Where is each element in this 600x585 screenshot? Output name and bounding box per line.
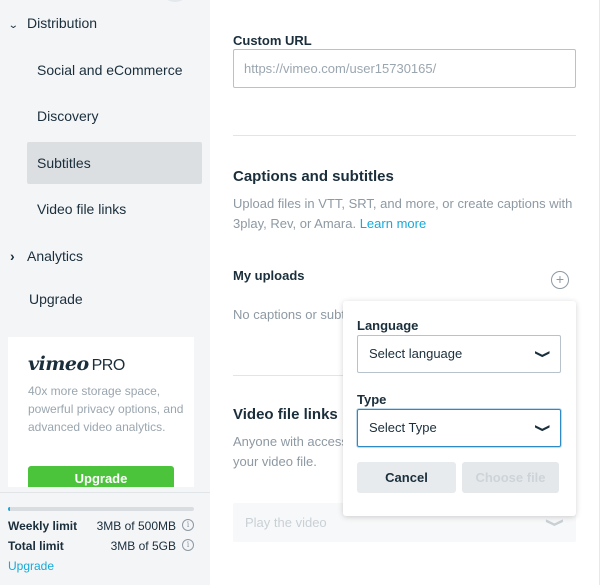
app-root: ⌄ Distribution Social and eCommerce Disco… [0, 0, 600, 585]
usage-panel: Weekly limit 3MB of 500MB i Total limit … [0, 493, 210, 585]
language-select[interactable]: Select language ❯ [357, 335, 561, 373]
info-icon[interactable]: i [182, 539, 194, 551]
chevron-down-icon: ❯ [534, 349, 551, 359]
my-uploads-label: My uploads [233, 268, 305, 283]
custom-url-label: Custom URL [233, 33, 312, 48]
chevron-down-icon: ❯ [545, 517, 566, 528]
total-limit-row: Total limit 3MB of 5GB i [8, 539, 194, 553]
select-value: Play the video [245, 515, 327, 530]
weekly-limit-value: 3MB of 500MB [96, 519, 176, 533]
promo-description: 40x more storage space, powerful privacy… [28, 384, 184, 434]
chevron-down-icon: ❯ [534, 423, 551, 433]
weekly-limit-row: Weekly limit 3MB of 500MB i [8, 519, 194, 533]
sidebar-item-analytics[interactable]: › Analytics [10, 248, 83, 264]
sidebar-item-label: Subtitles [37, 155, 91, 171]
sidebar-item-distribution[interactable]: ⌄ Distribution [7, 15, 98, 31]
type-select[interactable]: Select Type ❯ [357, 409, 561, 447]
info-icon[interactable]: i [182, 519, 194, 531]
select-value: Select language [369, 346, 463, 361]
sidebar: ⌄ Distribution Social and eCommerce Disco… [0, 0, 210, 585]
captions-description: Upload files in VTT, SRT, and more, or c… [233, 194, 578, 234]
sidebar-item-label: Distribution [27, 15, 98, 31]
upgrade-link[interactable]: Upgrade [8, 559, 54, 573]
plus-icon: + [555, 271, 565, 287]
divider [233, 135, 576, 136]
sidebar-item-label: Video file links [37, 201, 127, 217]
sidebar-item-upgrade[interactable]: Upgrade [29, 291, 83, 307]
weekly-usage-progress [8, 507, 194, 511]
cancel-button[interactable]: Cancel [357, 462, 456, 493]
usage-progress-fill [8, 507, 10, 511]
learn-more-link[interactable]: Learn more [360, 216, 426, 231]
brand-name: vimeo [28, 353, 89, 375]
weekly-limit-label: Weekly limit [8, 519, 78, 533]
sidebar-item-label: Social and eCommerce [37, 62, 183, 78]
custom-url-input[interactable] [233, 49, 576, 88]
sidebar-item-social-ecommerce[interactable]: Social and eCommerce [27, 49, 202, 91]
sidebar-item-video-file-links[interactable]: Video file links [27, 188, 202, 230]
vimeo-pro-logo: vimeo PRO [28, 353, 125, 375]
video-file-links-title: Video file links [233, 406, 338, 423]
add-caption-button[interactable]: + [551, 271, 569, 289]
add-caption-popover: Language Select language ❯ Type Select T… [343, 301, 576, 516]
captions-title: Captions and subtitles [233, 168, 394, 185]
sidebar-item-label: Discovery [37, 108, 99, 124]
chevron-down-icon: ⌄ [7, 20, 19, 31]
total-limit-label: Total limit [8, 539, 64, 553]
sidebar-item-label: Analytics [27, 248, 84, 264]
select-value: Select Type [369, 420, 437, 435]
vimeo-pro-promo: vimeo PRO 40x more storage space, powerfu… [8, 337, 194, 487]
total-limit-value: 3MB of 5GB [110, 539, 176, 553]
language-label: Language [357, 318, 419, 333]
sidebar-item-discovery[interactable]: Discovery [27, 95, 202, 137]
sidebar-item-subtitles[interactable]: Subtitles [27, 142, 202, 184]
tier-name: PRO [91, 357, 126, 374]
sidebar-item-label: Upgrade [29, 291, 83, 307]
avatar-fragment [160, 0, 190, 2]
chevron-right-icon: › [10, 248, 15, 264]
upgrade-button[interactable]: Upgrade [28, 466, 174, 487]
choose-file-button[interactable]: Choose file [462, 462, 559, 493]
type-label: Type [357, 392, 387, 407]
